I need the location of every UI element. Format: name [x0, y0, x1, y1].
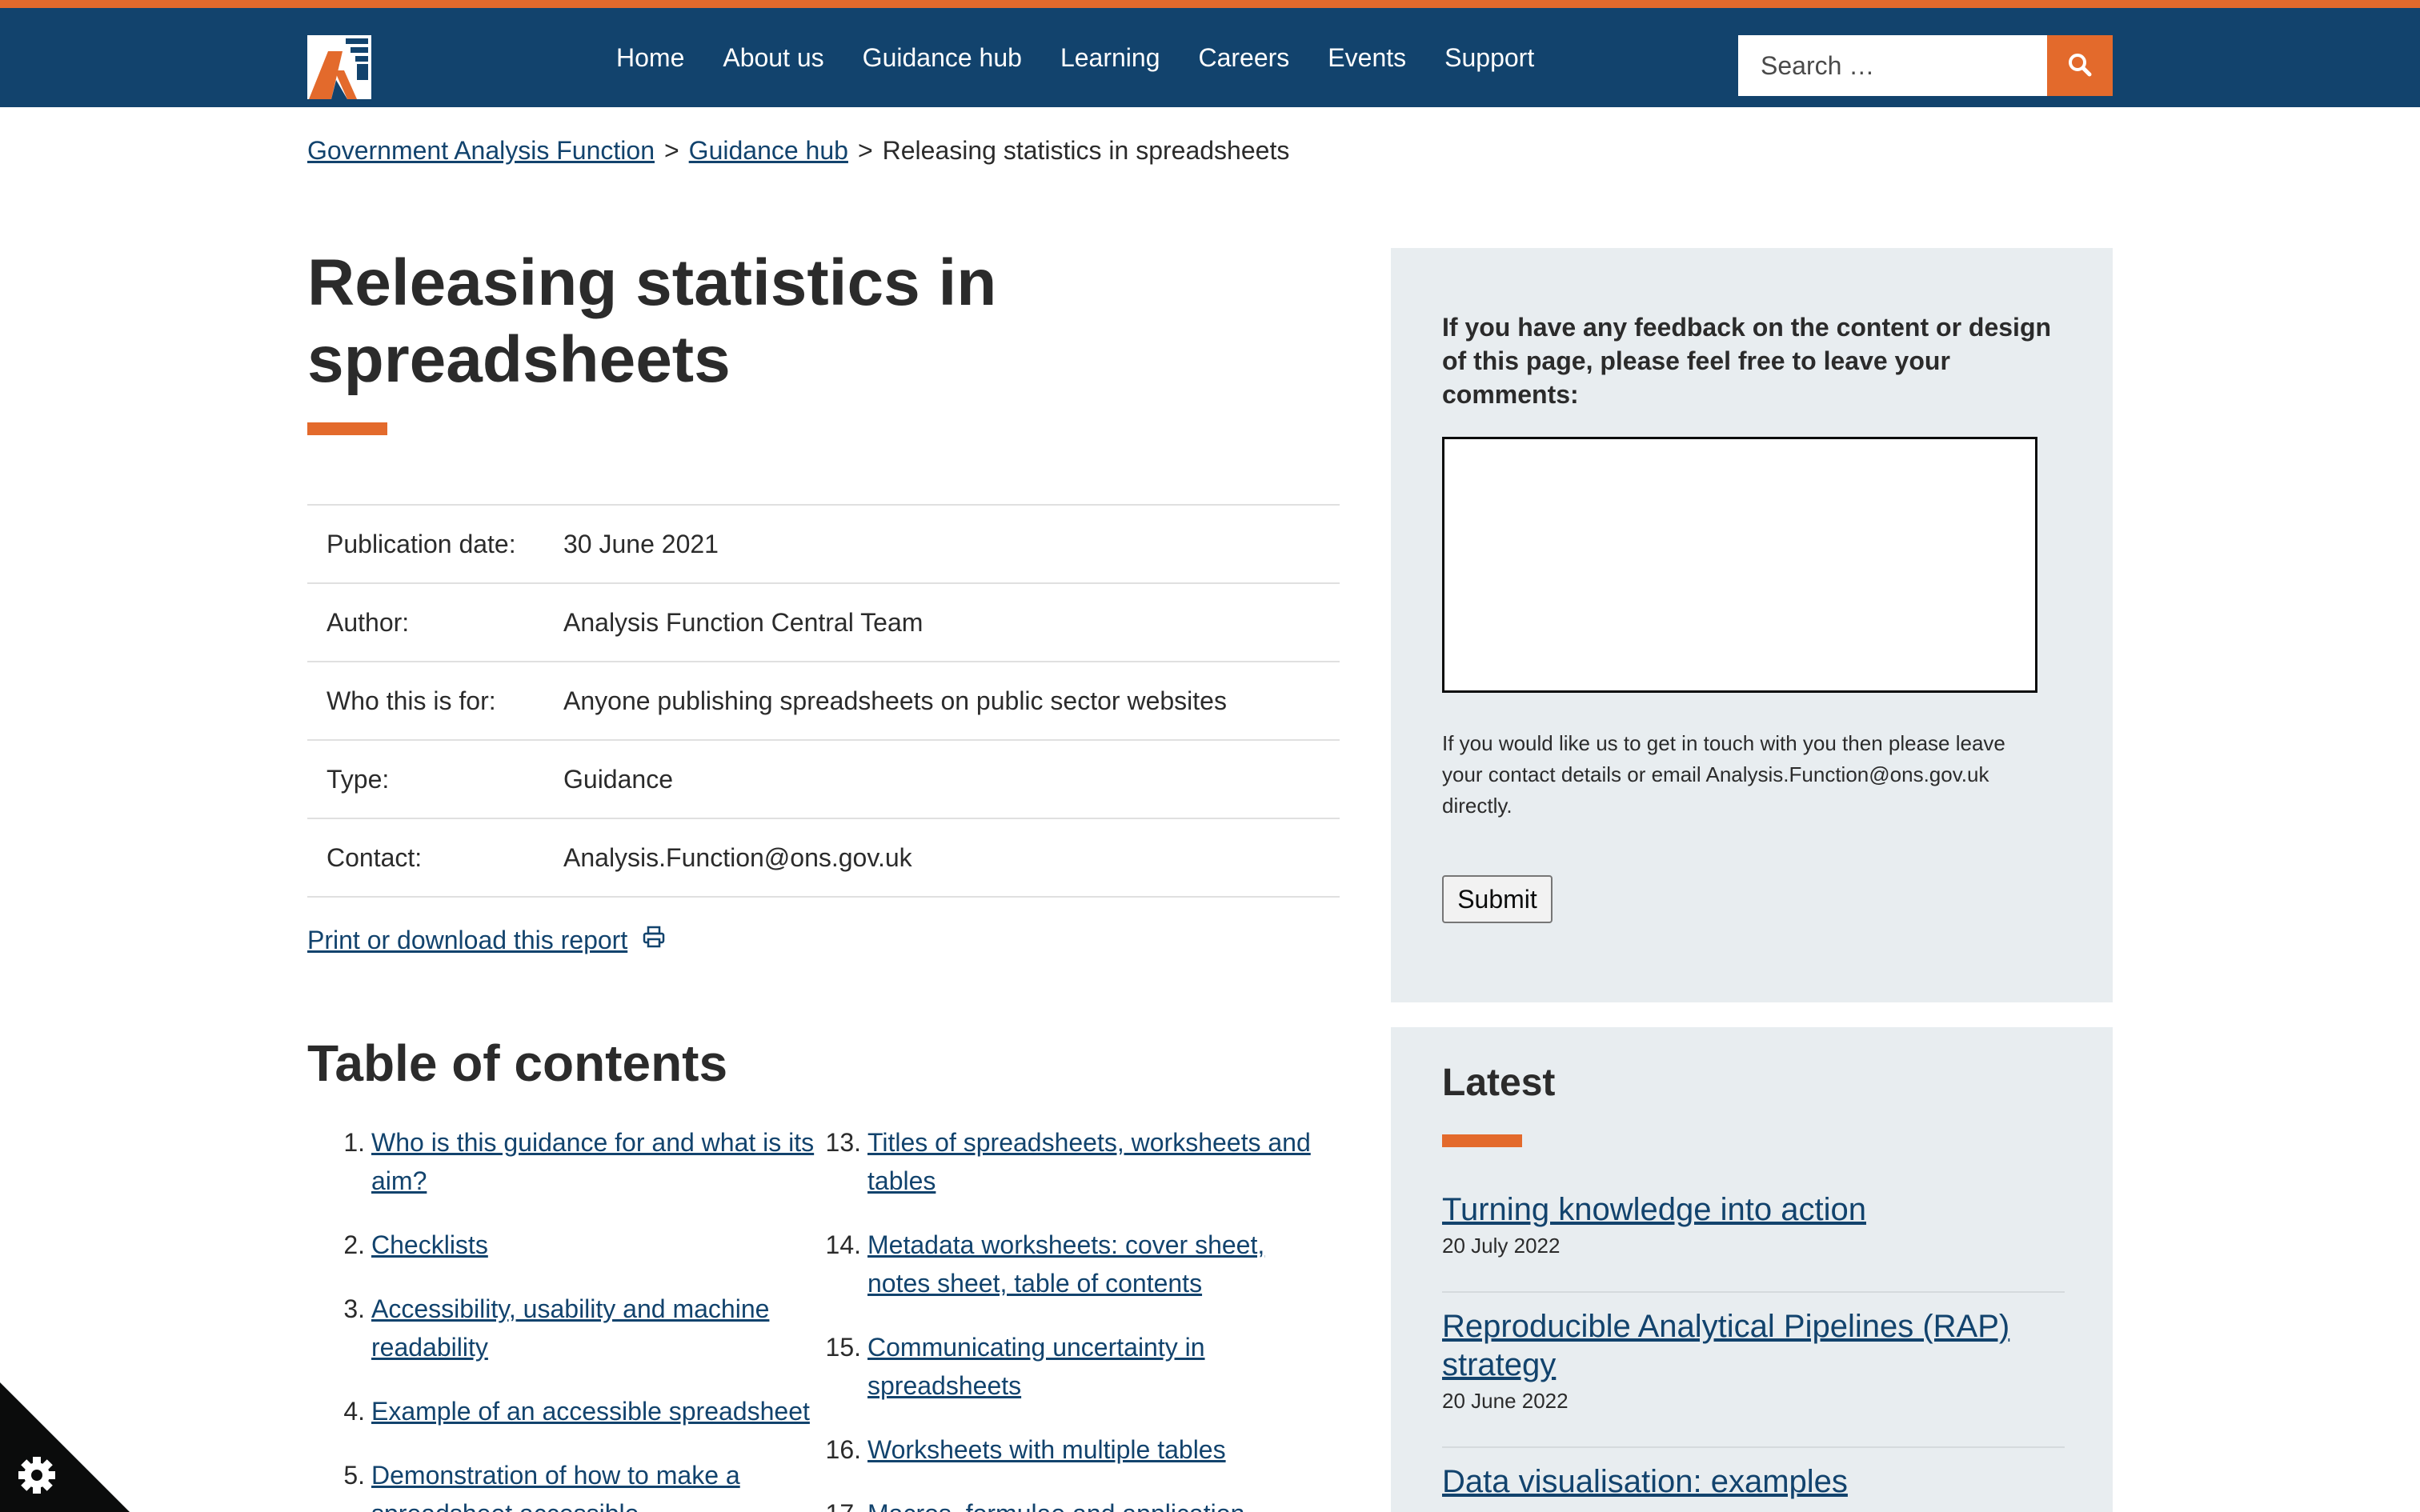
- feedback-panel: If you have any feedback on the content …: [1391, 248, 2113, 1002]
- meta-label: Type:: [327, 764, 390, 794]
- analysis-function-logo[interactable]: [307, 35, 371, 99]
- metadata-table: Publication date: 30 June 2021 Author: A…: [307, 504, 1340, 898]
- main-nav: Home About us Guidance hub Learning Care…: [616, 8, 1534, 107]
- title-accent-bar: [307, 422, 387, 435]
- toc-number: 16.: [825, 1435, 861, 1464]
- toc-item: 2. Checklists: [307, 1226, 819, 1264]
- feedback-textarea[interactable]: [1442, 437, 2037, 693]
- toc-item: 17. Macros, formulae and application: [819, 1494, 1332, 1512]
- toc-item: 3. Accessibility, usability and machine …: [307, 1290, 819, 1366]
- toc-column-right: 13. Titles of spreadsheets, worksheets a…: [819, 1123, 1332, 1512]
- toc-number: 5.: [343, 1461, 365, 1490]
- breadcrumb-current: Releasing statistics in spreadsheets: [882, 136, 1290, 165]
- latest-item-link[interactable]: Reproducible Analytical Pipelines (RAP) …: [1442, 1307, 2065, 1384]
- meta-label: Publication date:: [327, 529, 516, 558]
- latest-divider: [1442, 1291, 2065, 1293]
- toc-link[interactable]: Metadata worksheets: cover sheet, notes …: [867, 1226, 1316, 1302]
- nav-about-us[interactable]: About us: [723, 43, 823, 73]
- toc-item: 14. Metadata worksheets: cover sheet, no…: [819, 1226, 1332, 1302]
- meta-row-audience: Who this is for: Anyone publishing sprea…: [307, 662, 1340, 741]
- feedback-prompt: If you have any feedback on the content …: [1442, 313, 2052, 409]
- breadcrumb-link-guidance-hub[interactable]: Guidance hub: [689, 136, 848, 165]
- meta-value: Analysis Function Central Team: [563, 607, 924, 637]
- nav-learning[interactable]: Learning: [1060, 43, 1160, 73]
- toc-link[interactable]: Communicating uncertainty in spreadsheet…: [867, 1328, 1316, 1405]
- latest-heading: Latest: [1442, 1062, 1556, 1104]
- meta-label: Who this is for:: [327, 686, 496, 715]
- meta-label: Contact:: [327, 842, 423, 872]
- latest-item-date: 20 June 2022: [1442, 1389, 1569, 1413]
- latest-item-date: 20 July 2022: [1442, 1234, 1561, 1258]
- toc-item: 15. Communicating uncertainty in spreads…: [819, 1328, 1332, 1405]
- meta-row-type: Type: Guidance: [307, 741, 1340, 819]
- toc-link[interactable]: Titles of spreadsheets, worksheets and t…: [867, 1123, 1316, 1200]
- latest-divider: [1442, 1446, 2065, 1448]
- meta-value: Guidance: [563, 764, 673, 794]
- latest-panel: Latest Turning knowledge into action 20 …: [1391, 1027, 2113, 1512]
- meta-value: 30 June 2021: [563, 529, 719, 558]
- feedback-contact-note: If you would like us to get in touch wit…: [1442, 731, 2005, 818]
- gear-icon: [18, 1457, 55, 1494]
- toc-number: 4.: [343, 1397, 365, 1426]
- latest-accent-bar: [1442, 1134, 1522, 1147]
- printer-icon: [642, 925, 666, 955]
- toc-link[interactable]: Accessibility, usability and machine rea…: [371, 1290, 819, 1366]
- toc-item: 5. Demonstration of how to make a spread…: [307, 1456, 819, 1512]
- latest-item: Turning knowledge into action 20 July 20…: [1442, 1190, 2065, 1258]
- meta-label: Author:: [327, 607, 410, 637]
- toc-link[interactable]: Macros, formulae and application: [867, 1494, 1316, 1512]
- toc-link[interactable]: Example of an accessible spreadsheet: [371, 1392, 819, 1430]
- toc-number: 13.: [825, 1128, 861, 1157]
- search-button[interactable]: [2047, 35, 2113, 96]
- search-icon: [2067, 52, 2093, 80]
- toc-item: 4. Example of an accessible spreadsheet: [307, 1392, 819, 1430]
- site-header: Home About us Guidance hub Learning Care…: [0, 8, 2420, 107]
- toc-item: 1. Who is this guidance for and what is …: [307, 1123, 819, 1200]
- meta-value: Anyone publishing spreadsheets on public…: [563, 686, 1227, 715]
- latest-item-link[interactable]: Turning knowledge into action: [1442, 1190, 2065, 1229]
- print-download-link[interactable]: Print or download this report: [307, 925, 666, 955]
- toc-link[interactable]: Worksheets with multiple tables: [867, 1430, 1316, 1469]
- nav-careers[interactable]: Careers: [1198, 43, 1289, 73]
- toc-heading: Table of contents: [307, 1034, 728, 1092]
- nav-home[interactable]: Home: [616, 43, 684, 73]
- meta-row-publication-date: Publication date: 30 June 2021: [307, 506, 1340, 584]
- latest-item: Reproducible Analytical Pipelines (RAP) …: [1442, 1307, 2065, 1414]
- nav-support[interactable]: Support: [1444, 43, 1534, 73]
- breadcrumb-link-government-analysis-function[interactable]: Government Analysis Function: [307, 136, 655, 165]
- nav-guidance-hub[interactable]: Guidance hub: [863, 43, 1022, 73]
- toc-link[interactable]: Who is this guidance for and what is its…: [371, 1123, 819, 1200]
- print-link-label: Print or download this report: [307, 925, 628, 954]
- meta-row-author: Author: Analysis Function Central Team: [307, 584, 1340, 662]
- cookie-settings-button[interactable]: [0, 1382, 130, 1512]
- meta-row-contact: Contact: Analysis.Function@ons.gov.uk: [307, 819, 1340, 898]
- nav-events[interactable]: Events: [1328, 43, 1406, 73]
- breadcrumb-separator: >: [663, 136, 679, 165]
- toc-number: 3.: [343, 1294, 365, 1323]
- latest-item-link[interactable]: Data visualisation: examples: [1442, 1462, 2065, 1501]
- meta-value: Analysis.Function@ons.gov.uk: [563, 842, 912, 872]
- toc-number: 14.: [825, 1230, 861, 1259]
- search-input[interactable]: [1738, 35, 2047, 96]
- toc-number: 17.: [819, 1494, 867, 1512]
- toc-number: 15.: [825, 1333, 861, 1362]
- toc-number: 1.: [343, 1128, 365, 1157]
- toc-link[interactable]: Demonstration of how to make a spreadshe…: [371, 1456, 819, 1512]
- toc-link[interactable]: Checklists: [371, 1226, 819, 1264]
- submit-button[interactable]: Submit: [1442, 875, 1553, 923]
- top-accent-stripe: [0, 0, 2420, 8]
- latest-item: Data visualisation: examples: [1442, 1462, 2065, 1501]
- toc-number: 2.: [343, 1230, 365, 1259]
- toc-item: 16. Worksheets with multiple tables: [819, 1430, 1332, 1469]
- toc-item: 13. Titles of spreadsheets, worksheets a…: [819, 1123, 1332, 1200]
- breadcrumb: Government Analysis Function > Guidance hu…: [307, 136, 1289, 166]
- toc-column-left: 1. Who is this guidance for and what is …: [307, 1123, 819, 1512]
- breadcrumb-separator: >: [857, 136, 873, 165]
- page-title: Releasing statistics in spreadsheets: [307, 246, 997, 396]
